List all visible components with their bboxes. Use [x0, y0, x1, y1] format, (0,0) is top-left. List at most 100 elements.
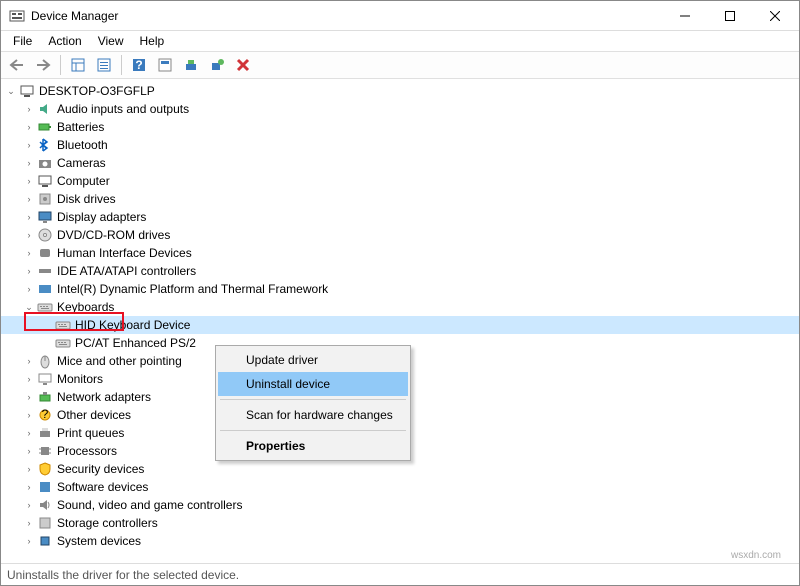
device-label: Keyboards: [57, 300, 114, 314]
device-icon: [37, 281, 53, 297]
tree-category[interactable]: ›Display adapters: [1, 208, 799, 226]
show-hidden-button[interactable]: [66, 53, 90, 77]
device-label: Cameras: [57, 156, 106, 170]
forward-button[interactable]: [31, 53, 55, 77]
tree-device[interactable]: HID Keyboard Device: [1, 316, 799, 334]
expander-icon[interactable]: ›: [23, 517, 35, 529]
uninstall-button[interactable]: [231, 53, 255, 77]
expander-icon[interactable]: ⌄: [5, 85, 17, 97]
tree-category[interactable]: › Storage controllers: [1, 514, 799, 532]
expander-icon[interactable]: ›: [23, 229, 35, 241]
tree-category[interactable]: › Batteries: [1, 118, 799, 136]
expander-icon[interactable]: ›: [23, 373, 35, 385]
menu-action[interactable]: Action: [40, 32, 89, 50]
expander-icon[interactable]: [41, 319, 53, 331]
expander-icon[interactable]: ›: [23, 481, 35, 493]
expander-icon[interactable]: ›: [23, 157, 35, 169]
tree-category[interactable]: › Audio inputs and outputs: [1, 100, 799, 118]
device-label: Computer: [57, 174, 110, 188]
maximize-button[interactable]: [707, 1, 752, 30]
device-label: Network adapters: [57, 390, 151, 404]
expander-icon[interactable]: ›: [23, 103, 35, 115]
ctx-uninstall-device[interactable]: Uninstall device: [218, 372, 408, 396]
tree-category[interactable]: › DVD/CD-ROM drives: [1, 226, 799, 244]
device-label: Storage controllers: [57, 516, 158, 530]
update-driver-button[interactable]: [179, 53, 203, 77]
device-icon: [19, 83, 35, 99]
menu-view[interactable]: View: [90, 32, 132, 50]
context-menu: Update driver Uninstall device Scan for …: [215, 345, 411, 461]
help-button[interactable]: ?: [127, 53, 151, 77]
device-icon: [37, 245, 53, 261]
device-icon: [37, 443, 53, 459]
expander-icon[interactable]: ›: [23, 247, 35, 259]
expander-icon[interactable]: ›: [23, 265, 35, 277]
expander-icon[interactable]: ›: [23, 175, 35, 187]
device-label: System devices: [57, 534, 141, 548]
tree-category[interactable]: ⌄ Keyboards: [1, 298, 799, 316]
expander-icon[interactable]: ›: [23, 211, 35, 223]
device-label: Batteries: [57, 120, 104, 134]
tree-category[interactable]: › Cameras: [1, 154, 799, 172]
device-tree[interactable]: ⌄DESKTOP-O3FGFLP › Audio inputs and output…: [1, 80, 799, 563]
ctx-scan-hardware[interactable]: Scan for hardware changes: [218, 403, 408, 427]
menubar: File Action View Help: [1, 31, 799, 51]
expander-icon[interactable]: ›: [23, 535, 35, 547]
expander-icon[interactable]: [41, 337, 53, 349]
tree-category[interactable]: ›Sound, video and game controllers: [1, 496, 799, 514]
expander-icon[interactable]: ›: [23, 121, 35, 133]
expander-icon[interactable]: ›: [23, 409, 35, 421]
tree-category[interactable]: ›Bluetooth: [1, 136, 799, 154]
tree-category[interactable]: › Security devices: [1, 460, 799, 478]
status-text: Uninstalls the driver for the selected d…: [7, 568, 239, 582]
expander-icon[interactable]: ›: [23, 193, 35, 205]
device-icon: [55, 317, 71, 333]
toolbar-separator: [60, 55, 61, 75]
expander-icon[interactable]: ⌄: [23, 301, 35, 313]
device-label: Audio inputs and outputs: [57, 102, 189, 116]
ctx-properties[interactable]: Properties: [218, 434, 408, 458]
scan-hardware-button[interactable]: [205, 53, 229, 77]
properties-window-button[interactable]: [92, 53, 116, 77]
expander-icon[interactable]: ›: [23, 463, 35, 475]
close-button[interactable]: [752, 1, 797, 30]
tree-category[interactable]: › Human Interface Devices: [1, 244, 799, 262]
expander-icon[interactable]: ›: [23, 283, 35, 295]
menu-help[interactable]: Help: [132, 32, 173, 50]
device-icon: [37, 209, 53, 225]
device-label: Mice and other pointing: [57, 354, 182, 368]
tree-category[interactable]: › System devices: [1, 532, 799, 550]
tree-category[interactable]: › Software devices: [1, 478, 799, 496]
app-icon: [9, 8, 25, 24]
ctx-divider: [220, 399, 406, 400]
device-label: Software devices: [57, 480, 148, 494]
device-label: Disk drives: [57, 192, 116, 206]
tree-category[interactable]: › Computer: [1, 172, 799, 190]
device-icon: [37, 389, 53, 405]
device-label: Security devices: [57, 462, 144, 476]
expander-icon[interactable]: ›: [23, 355, 35, 367]
expander-icon[interactable]: ›: [23, 445, 35, 457]
expander-icon[interactable]: ›: [23, 139, 35, 151]
device-icon: ?: [37, 407, 53, 423]
device-label: DVD/CD-ROM drives: [57, 228, 170, 242]
device-icon: [37, 425, 53, 441]
tree-category[interactable]: ›IDE ATA/ATAPI controllers: [1, 262, 799, 280]
svg-text:?: ?: [135, 58, 142, 72]
statusbar: Uninstalls the driver for the selected d…: [1, 563, 799, 585]
ctx-update-driver[interactable]: Update driver: [218, 348, 408, 372]
expander-icon[interactable]: ›: [23, 391, 35, 403]
back-button[interactable]: [5, 53, 29, 77]
svg-text:?: ?: [42, 407, 49, 421]
menu-file[interactable]: File: [5, 32, 40, 50]
tree-root[interactable]: ⌄DESKTOP-O3FGFLP: [1, 82, 799, 100]
expander-icon[interactable]: ›: [23, 427, 35, 439]
properties-button[interactable]: [153, 53, 177, 77]
device-label: Human Interface Devices: [57, 246, 192, 260]
device-icon: [37, 119, 53, 135]
tree-category[interactable]: ›Intel(R) Dynamic Platform and Thermal F…: [1, 280, 799, 298]
tree-category[interactable]: › Disk drives: [1, 190, 799, 208]
minimize-button[interactable]: [662, 1, 707, 30]
device-icon: [37, 461, 53, 477]
expander-icon[interactable]: ›: [23, 499, 35, 511]
